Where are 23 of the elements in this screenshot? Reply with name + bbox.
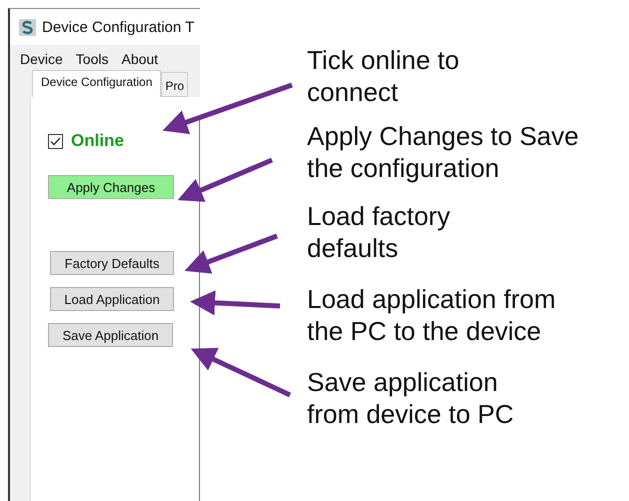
annotation-text: the PC to the device bbox=[307, 315, 542, 347]
online-checkbox[interactable] bbox=[48, 134, 63, 148]
annotation-text: Apply Changes to Save bbox=[307, 120, 579, 152]
tab[interactable]: Pro bbox=[161, 72, 188, 97]
annotation-text: defaults bbox=[307, 232, 400, 264]
annotation-text: connect bbox=[307, 76, 400, 108]
online-label: Online bbox=[71, 131, 124, 151]
action-button[interactable]: Save Application bbox=[48, 323, 173, 347]
menu-item[interactable]: Tools bbox=[76, 51, 122, 67]
app-logo-icon bbox=[19, 18, 36, 36]
annotation-text: Tick online to bbox=[307, 44, 460, 76]
annotation-text: Save application bbox=[307, 366, 499, 398]
menu-item[interactable]: About bbox=[121, 51, 172, 67]
annotation-text: from device to PC bbox=[307, 398, 515, 430]
tab[interactable]: Device Configuration bbox=[32, 70, 162, 97]
menu-item[interactable]: Device bbox=[20, 51, 76, 67]
annotation-text: the configuration bbox=[307, 152, 500, 184]
action-button[interactable]: Load Application bbox=[50, 287, 174, 311]
annotation-text: Load application from bbox=[307, 283, 557, 315]
annotation-text: Load factory bbox=[307, 200, 452, 232]
window-title: Device Configuration T bbox=[42, 18, 194, 36]
action-button[interactable]: Apply Changes bbox=[48, 175, 174, 199]
action-button[interactable]: Factory Defaults bbox=[50, 251, 174, 275]
